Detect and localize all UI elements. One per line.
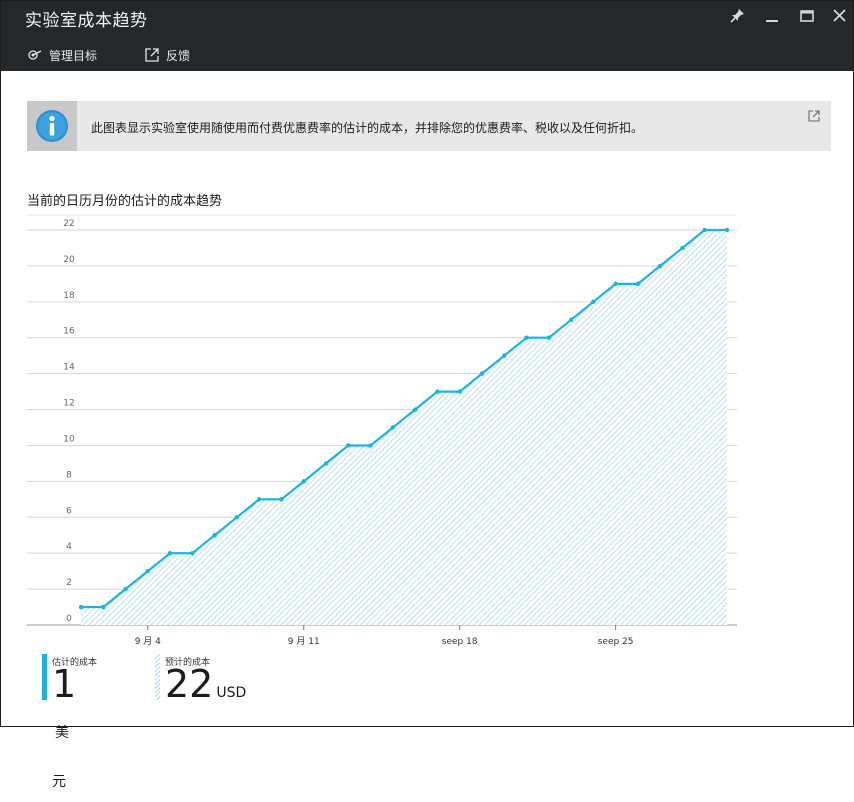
data-point[interactable] [390, 425, 396, 430]
y-tick-label: 14 [63, 363, 75, 373]
legend-swatch-projected [155, 654, 160, 700]
x-tick-label: 9 月 4 [135, 636, 161, 647]
data-point[interactable] [680, 245, 685, 251]
estimated-cost-value: 1 [52, 662, 77, 706]
estimated-cost-unit: 美元 [52, 725, 69, 790]
data-point[interactable] [301, 479, 306, 484]
data-point[interactable] [145, 568, 151, 574]
manage-goals-command[interactable]: 管理目标 [27, 45, 97, 65]
maximize-icon [800, 10, 814, 22]
data-point[interactable] [724, 227, 730, 233]
data-point[interactable] [368, 443, 373, 448]
legend-value: 22 USD [165, 664, 246, 713]
y-tick-label: 12 [63, 399, 74, 409]
title-bar: 实验室成本趋势 管理目标 反馈 [1, 1, 853, 71]
data-point[interactable] [412, 407, 418, 412]
y-tick-label: 8 [66, 470, 72, 480]
cost-trend-chart: 0 2 4 6 8 10 12 14 16 18 20 22 9 月 4 9 月 11 seep 18 see… [27, 214, 737, 647]
y-tick-label: 6 [66, 506, 72, 516]
data-point[interactable] [101, 604, 106, 610]
legend-swatch-estimated [42, 654, 47, 700]
y-tick-label: 18 [63, 291, 75, 301]
data-point[interactable] [123, 586, 128, 592]
x-tick-label: seep 18 [442, 637, 478, 647]
y-tick-label: 0 [66, 614, 72, 624]
data-point[interactable] [190, 550, 195, 556]
data-point[interactable] [78, 604, 84, 610]
external-link-icon [808, 110, 820, 122]
data-point[interactable] [591, 299, 596, 305]
y-tick-label: 22 [63, 219, 74, 229]
minimize-button[interactable] [761, 5, 783, 27]
data-point[interactable] [702, 227, 707, 233]
info-banner: 此图表显示实验室使用随使用而付费优惠费率的估计的成本，并排除您的优惠费率、税收以… [27, 101, 831, 151]
y-tick-label: 20 [63, 255, 75, 265]
pin-icon [730, 9, 744, 23]
feedback-label: 反馈 [166, 48, 191, 63]
data-point[interactable] [279, 497, 284, 502]
external-link-icon [144, 47, 160, 63]
data-point[interactable] [657, 263, 663, 269]
data-point[interactable] [257, 497, 262, 502]
info-icon-box [27, 101, 77, 151]
pin-button[interactable] [726, 5, 748, 27]
projected-cost-value: 22 [165, 662, 214, 706]
blade-title: 实验室成本趋势 [25, 11, 148, 31]
close-button[interactable] [829, 5, 851, 27]
data-point[interactable] [435, 389, 440, 394]
info-icon [36, 110, 68, 142]
open-in-new-button[interactable] [807, 108, 821, 122]
data-point[interactable] [323, 461, 329, 466]
data-point[interactable] [546, 335, 551, 340]
feedback-command[interactable]: 反馈 [144, 45, 190, 65]
data-point[interactable] [568, 317, 574, 322]
target-icon [27, 47, 43, 63]
projected-cost-unit: USD [216, 685, 247, 701]
chart-title: 当前的日历月份的估计的成本趋势 [27, 194, 223, 209]
data-point[interactable] [346, 443, 351, 448]
projected-cost-area [81, 230, 727, 625]
data-point[interactable] [167, 550, 173, 556]
manage-goals-label: 管理目标 [49, 48, 98, 63]
data-point[interactable] [613, 281, 618, 287]
blade-window: 实验室成本趋势 管理目标 反馈 此图表显示实验室使用随使用而付费优惠费率的估计的… [0, 0, 854, 790]
data-point[interactable] [502, 353, 507, 358]
x-tick-label: seep 25 [598, 637, 634, 647]
info-banner-text: 此图表显示实验室使用随使用而付费优惠费率的估计的成本，并排除您的优惠费率、税收以… [91, 121, 644, 135]
maximize-button[interactable] [796, 5, 818, 27]
y-tick-label: 2 [66, 578, 72, 588]
y-tick-label: 4 [66, 542, 72, 552]
data-point[interactable] [212, 533, 217, 538]
close-icon [833, 9, 846, 22]
y-tick-label: 10 [63, 434, 75, 444]
y-tick-label: 16 [63, 327, 75, 337]
data-point[interactable] [635, 281, 641, 287]
data-point[interactable] [234, 515, 240, 520]
legend-value: 1 美元 [52, 664, 76, 802]
data-point[interactable] [457, 389, 462, 394]
minimize-icon [766, 20, 778, 22]
data-point[interactable] [479, 371, 485, 376]
data-point[interactable] [524, 335, 529, 340]
x-tick-label: 9 月 11 [288, 636, 320, 647]
